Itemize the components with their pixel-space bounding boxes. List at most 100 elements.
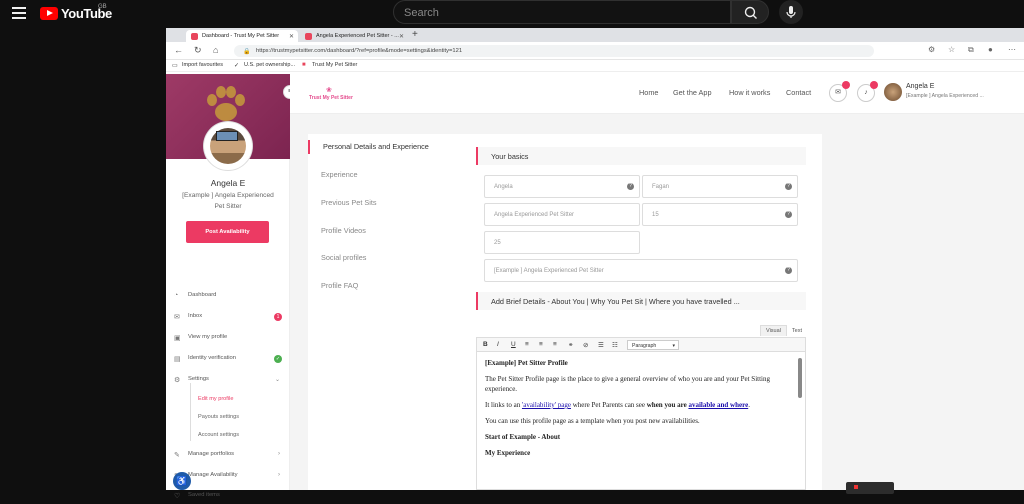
editor-mode-tabs: Visual Text (760, 325, 807, 337)
tab-profile-faq[interactable]: Profile FAQ (308, 279, 462, 293)
bookmark-label: Trust My Pet Sitter (312, 62, 358, 68)
bold-icon[interactable]: B (483, 341, 488, 348)
sidebar-item-saved[interactable]: ♡ Saved items (174, 492, 282, 504)
inbox-icon: ✉ (174, 314, 180, 321)
format-select[interactable]: Paragraph ▾ (627, 340, 679, 350)
browser-tab-profile[interactable]: Angela Experienced Pet Sitter - ... ✕ (300, 30, 408, 42)
site-logo[interactable]: ❀ Trust My Pet Sitter (309, 86, 359, 102)
sidebar-item-dashboard[interactable]: ◔ Dashboard (174, 292, 282, 304)
close-icon[interactable]: ✕ (399, 33, 404, 40)
section-your-basics: Your basics (476, 147, 806, 165)
collections-icon[interactable]: ⧉ (968, 45, 974, 55)
messages-button[interactable]: ✉ (829, 81, 850, 102)
availability-link[interactable]: 'availability' page (522, 401, 571, 409)
back-icon[interactable]: ← (174, 45, 183, 55)
field-value: 15 (652, 212, 659, 218)
tab-social-profiles[interactable]: Social profiles (308, 251, 462, 265)
paw-icon (207, 86, 245, 121)
bookmark-label: Import favourites (182, 62, 223, 68)
close-icon[interactable]: ✕ (289, 33, 294, 40)
youtube-play-icon (40, 6, 58, 20)
new-tab-icon[interactable]: + (412, 29, 418, 40)
site-favicon-icon (305, 33, 312, 40)
hamburger-menu-icon[interactable] (12, 7, 26, 19)
editor-paragraph: The Pet Sitter Profile page is the place… (485, 375, 770, 393)
bookmark-item[interactable]: ■ Trust My Pet Sitter (302, 62, 357, 68)
tab-personal-details[interactable]: Personal Details and Experience (308, 140, 462, 154)
tab-profile-videos[interactable]: Profile Videos (308, 224, 462, 238)
help-icon[interactable]: ? (785, 211, 792, 218)
bookmark-icon: ✓ (234, 63, 240, 69)
nav-contact[interactable]: Contact (786, 88, 811, 97)
notification-badge (842, 81, 850, 89)
editor-tab-visual[interactable]: Visual (760, 325, 787, 336)
sidebar-item-inbox[interactable]: ✉ Inbox 1 (174, 313, 282, 325)
browser-tab-dashboard[interactable]: Dashboard - Trust My Pet Sitter ✕ (186, 30, 298, 42)
rate-field[interactable]: 15? (642, 203, 798, 226)
editor-paragraph-links: It links to an 'availability' page where… (485, 400, 789, 410)
nav-get-app[interactable]: Get the App (673, 88, 712, 97)
accessibility-icon[interactable]: ♿ (173, 472, 191, 490)
more-menu-icon[interactable]: ⋯ (1008, 45, 1016, 54)
numbered-list-icon[interactable]: ☷ (612, 341, 618, 349)
extensions-icon[interactable]: ⚙ (928, 45, 935, 54)
first-name-field[interactable]: Angela? (484, 175, 640, 198)
help-icon[interactable]: ? (785, 183, 792, 190)
sidebar-subitem-edit-profile[interactable]: Edit my profile (198, 396, 233, 402)
editor-tab-text[interactable]: Text (787, 326, 807, 336)
search-icon (744, 6, 757, 19)
last-name-field[interactable]: Fagan? (642, 175, 798, 198)
editor-scrollbar[interactable] (798, 358, 802, 398)
nav-how-it-works[interactable]: How it works (729, 88, 770, 97)
home-icon[interactable]: ⌂ (213, 45, 218, 55)
link-icon[interactable]: ⚭ (568, 341, 573, 349)
unlink-icon[interactable]: ⊘ (583, 341, 588, 349)
chevron-down-icon: ▾ (672, 343, 675, 349)
align-center-icon[interactable]: ≡ (539, 341, 543, 348)
tagline-field[interactable]: Angela Experienced Pet Sitter (484, 203, 640, 226)
display-name-field[interactable]: [Example ] Angela Experienced Pet Sitter… (484, 259, 798, 282)
sidebar-item-label: Manage Availability (188, 472, 238, 478)
profile-icon[interactable]: ● (988, 45, 993, 54)
help-icon[interactable]: ? (785, 267, 792, 274)
editor-content[interactable]: [Example] Pet Sitter Profile The Pet Sit… (477, 352, 797, 490)
voice-search-button[interactable] (779, 0, 803, 24)
region-label: GB (98, 4, 107, 10)
align-left-icon[interactable]: ≡ (525, 341, 529, 348)
editor-subheading: My Experience (485, 449, 531, 457)
post-availability-button[interactable]: Post Availability (186, 221, 269, 243)
help-icon[interactable]: ? (627, 183, 634, 190)
favorites-icon[interactable]: ☆ (948, 45, 955, 54)
align-right-icon[interactable]: ≡ (553, 341, 557, 348)
refresh-icon[interactable]: ↻ (194, 45, 202, 56)
sidebar-subitem-account[interactable]: Account settings (198, 432, 239, 438)
avatar[interactable] (204, 122, 252, 170)
age-field[interactable]: 25 (484, 231, 640, 254)
bullet-list-icon[interactable]: ☰ (598, 341, 604, 349)
italic-icon[interactable]: I (497, 341, 499, 348)
bookmark-item[interactable]: ▭ Import favourites (172, 62, 223, 69)
url-field[interactable]: 🔒 https://trustmypetsitter.com/dashboard… (234, 45, 874, 57)
submenu-line (190, 383, 191, 441)
available-where-link[interactable]: available and where (688, 401, 748, 409)
bookmark-item[interactable]: ✓ U.S. pet ownership... (234, 62, 295, 69)
bookmarks-bar: ▭ Import favourites ✓ U.S. pet ownership..… (166, 60, 1024, 72)
notifications-button[interactable]: ♪ (857, 81, 878, 102)
browser-window: Dashboard - Trust My Pet Sitter ✕ Angela… (166, 28, 1024, 500)
sidebar-item-portfolios[interactable]: ✎ Manage portfolios › (174, 451, 282, 463)
profile-subtitle: [Example ] Angela Experienced Pet Sitter (182, 192, 274, 210)
sidebar-item-identity[interactable]: ▤ Identity verification ✓ (174, 355, 282, 367)
tab-label: Dashboard - Trust My Pet Sitter (202, 33, 280, 39)
sidebar-item-view-profile[interactable]: ▣ View my profile (174, 334, 282, 346)
tab-previous-sits[interactable]: Previous Pet Sits (308, 196, 462, 210)
header-user-name[interactable]: Angela E (906, 83, 934, 90)
youtube-search-button[interactable] (731, 0, 769, 24)
recording-widget[interactable] (846, 482, 894, 494)
nav-home[interactable]: Home (639, 88, 658, 97)
youtube-search-input[interactable]: Search (393, 0, 731, 24)
underline-icon[interactable]: U (511, 341, 516, 348)
tab-experience[interactable]: Experience (308, 168, 462, 182)
rich-text-editor[interactable]: B I U ≡ ≡ ≡ ⚭ ⊘ ☰ ☷ Paragraph ▾ [Example]… (476, 337, 806, 490)
avatar[interactable] (884, 83, 902, 101)
sidebar-subitem-payouts[interactable]: Payouts settings (198, 414, 239, 420)
